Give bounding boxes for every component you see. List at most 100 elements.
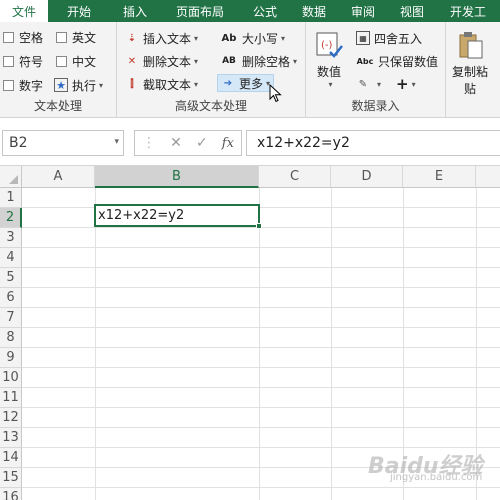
checkbox-icon[interactable]: [3, 55, 14, 67]
value-icon: (-): [316, 32, 343, 58]
chevron-down-icon: ▾: [194, 79, 199, 89]
column-header-a[interactable]: A: [22, 166, 95, 188]
case-button[interactable]: Ab 大小写 ▾: [220, 29, 285, 47]
tab-file[interactable]: 文件: [0, 0, 48, 22]
group-label: 文本处理: [33, 99, 82, 113]
chevron-down-icon: ▾: [99, 80, 104, 90]
keep-number-label: 只保留数值: [378, 54, 439, 69]
name-box-value: B2: [9, 135, 28, 151]
row-header[interactable]: 5: [0, 268, 22, 288]
checkbox-label: 中文: [72, 54, 97, 69]
tab-formulas[interactable]: 公式: [240, 0, 290, 22]
row-header[interactable]: 2: [0, 208, 22, 228]
value-button[interactable]: (-) 数值 ▾: [314, 30, 344, 89]
insert-text-label: 插入文本: [143, 31, 192, 46]
checkbox-icon[interactable]: [3, 31, 14, 43]
chevron-down-icon: ▾: [194, 56, 199, 66]
remove-space-icon: AB: [222, 56, 236, 66]
tab-home[interactable]: 开始: [48, 0, 110, 22]
tab-data[interactable]: 数据: [290, 0, 338, 22]
tab-developer[interactable]: 开发工: [436, 0, 500, 22]
gridline: [22, 307, 500, 308]
ribbon-tab-bar: 文件 开始 插入 页面布局 公式 数据 审阅 视图 开发工: [0, 0, 500, 22]
more-label: 更多: [239, 76, 264, 91]
enter-icon[interactable]: ✓: [196, 135, 208, 151]
tab-page-layout[interactable]: 页面布局: [160, 0, 240, 22]
chevron-down-icon: ▾: [328, 80, 333, 89]
edit-icon: ✎: [358, 78, 368, 90]
group-label: 数据录入: [351, 99, 400, 113]
checkbox-english[interactable]: 英文: [56, 28, 96, 46]
svg-text:(-): (-): [321, 40, 333, 51]
copy-paste-button[interactable]: 复制粘 贴: [452, 30, 488, 97]
tab-review[interactable]: 审阅: [338, 0, 388, 22]
insert-text-button[interactable]: ⇣ 插入文本 ▾: [125, 29, 198, 47]
row-header[interactable]: 8: [0, 328, 22, 348]
edit-dropdown-button[interactable]: ✎ ▾: [356, 75, 381, 93]
arrow-right-icon: ➔: [223, 77, 233, 89]
row-header[interactable]: 16: [0, 488, 22, 500]
group-label: 高级文本处理: [174, 99, 247, 113]
row-header[interactable]: 1: [0, 188, 22, 208]
cancel-icon[interactable]: ✕: [170, 135, 182, 151]
gridline: [95, 188, 96, 500]
more-button[interactable]: ➔ 更多 ▾: [217, 74, 275, 92]
column-header-b[interactable]: B: [95, 166, 259, 188]
execute-label: 执行: [72, 78, 97, 93]
value-label: 数值: [316, 65, 341, 79]
round-button[interactable]: ▦ 四舍五入: [356, 29, 422, 47]
paste-icon: [459, 32, 483, 59]
extract-text-button[interactable]: ⫿ 截取文本 ▾: [125, 75, 198, 93]
row-header[interactable]: 7: [0, 308, 22, 328]
checkbox-chinese[interactable]: 中文: [56, 52, 96, 70]
checkbox-icon[interactable]: [3, 79, 14, 91]
column-header-c[interactable]: C: [259, 166, 331, 188]
row-header[interactable]: 10: [0, 368, 22, 388]
insert-text-icon: ⇣: [127, 32, 137, 44]
row-header[interactable]: 14: [0, 448, 22, 468]
more-dots-icon: ⋮: [142, 135, 157, 151]
column-header-f[interactable]: [476, 166, 500, 188]
column-header-d[interactable]: D: [331, 166, 403, 188]
fill-handle[interactable]: [256, 223, 262, 229]
row-header[interactable]: 12: [0, 408, 22, 428]
active-cell-b2[interactable]: x12+x22=y2: [94, 204, 262, 229]
column-header-e[interactable]: E: [403, 166, 476, 188]
gridline: [22, 287, 500, 288]
gridline: [22, 367, 500, 368]
checkbox-space[interactable]: 空格: [3, 28, 43, 46]
gridline: [22, 407, 500, 408]
chevron-down-icon: ▾: [377, 79, 382, 89]
row-header[interactable]: 15: [0, 468, 22, 488]
row-header[interactable]: 4: [0, 248, 22, 268]
row-header[interactable]: 13: [0, 428, 22, 448]
checkbox-icon[interactable]: [56, 31, 67, 43]
delete-text-button[interactable]: ✕ 删除文本 ▾: [125, 52, 198, 70]
insert-function-icon[interactable]: fx: [222, 136, 234, 151]
gridline: [331, 188, 332, 500]
row-header[interactable]: 3: [0, 228, 22, 248]
select-all-corner[interactable]: [0, 166, 22, 188]
row-header[interactable]: 11: [0, 388, 22, 408]
chevron-down-icon: ▾: [194, 33, 199, 43]
checkbox-icon[interactable]: [56, 55, 67, 67]
formula-input[interactable]: x12+x22=y2: [246, 130, 500, 156]
name-box[interactable]: B2 ▾: [2, 130, 124, 156]
row-header[interactable]: 9: [0, 348, 22, 368]
remove-space-button[interactable]: AB 删除空格 ▾: [220, 52, 297, 70]
tab-view[interactable]: 视图: [388, 0, 436, 22]
execute-button[interactable]: ★ 执行 ▾: [54, 76, 103, 94]
case-icon: Ab: [221, 32, 237, 44]
checkbox-number[interactable]: 数字: [3, 76, 43, 94]
row-header[interactable]: 6: [0, 288, 22, 308]
copy-paste-label-2: 贴: [464, 82, 477, 96]
checkbox-symbol[interactable]: 符号: [3, 52, 43, 70]
tab-insert[interactable]: 插入: [110, 0, 160, 22]
chevron-down-icon[interactable]: ▾: [114, 137, 119, 147]
keep-number-button[interactable]: Abc 只保留数值: [356, 52, 438, 70]
text-processing-group: 空格 英文 符号 中文 数字 ★ 执行 ▾ 文本处理: [0, 22, 117, 118]
plus-dropdown-button[interactable]: + ▾: [396, 75, 416, 93]
round-icon: ▦: [356, 31, 370, 45]
extract-text-icon: ⫿: [130, 78, 134, 90]
keep-number-icon: Abc: [356, 56, 374, 66]
